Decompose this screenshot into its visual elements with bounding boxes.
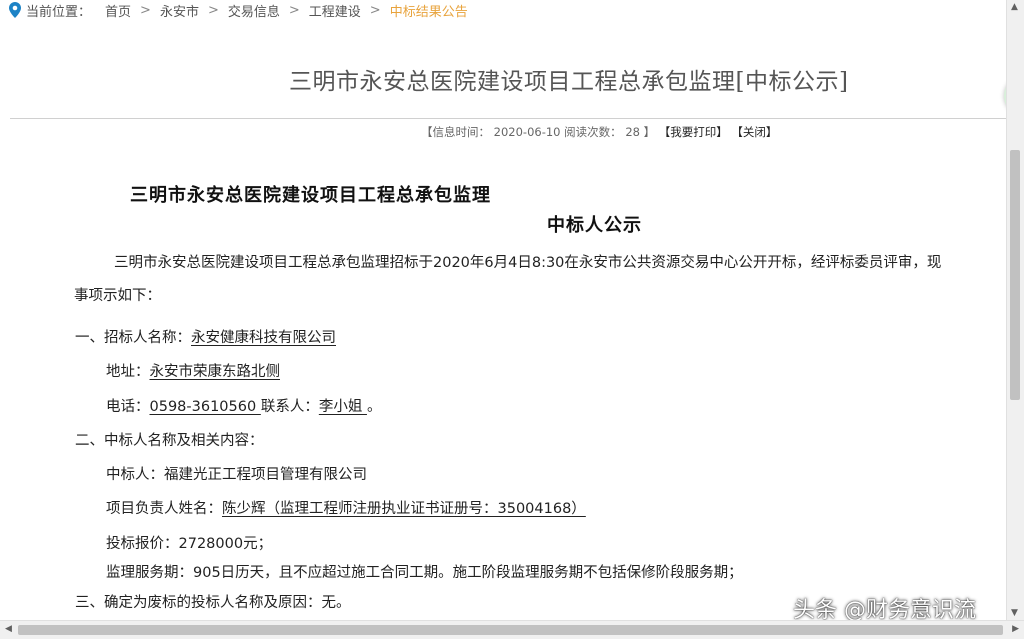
address-line: 地址：永安市荣康东路北侧 (106, 360, 280, 381)
tenderer-name: 永安健康科技有限公司 (191, 330, 336, 346)
service-line: 监理服务期：905日历天，且不应超过施工合同工期。施工阶段监理服务期不包括保修阶… (106, 561, 743, 582)
scroll-left-arrow-icon[interactable]: ◀ (5, 624, 12, 634)
print-link[interactable]: 【我要打印】 (659, 125, 728, 139)
section3-value: 无。 (321, 595, 351, 611)
address-label: 地址： (106, 364, 150, 380)
section3-line: 三、确定为废标的投标人名称及原因：无。 (75, 591, 351, 612)
intro-paragraph-cont: 事项示如下： (74, 288, 161, 304)
info-time-label: 【信息时间： (421, 125, 490, 139)
service-label: 监理服务期： (106, 565, 193, 581)
meta-close-bracket: 】 (643, 125, 656, 139)
breadcrumb-construction[interactable]: 工程建设 (309, 1, 361, 20)
scroll-right-arrow-icon[interactable]: ▶ (1012, 624, 1019, 634)
section3-heading: 三、确定为废标的投标人名称及原因： (75, 595, 322, 611)
read-count-label: 阅读次数： (564, 125, 622, 139)
contact-end: 。 (366, 399, 382, 415)
section1-line: 一、招标人名称：永安健康科技有限公司 (75, 326, 336, 347)
scroll-up-arrow-icon[interactable]: ▲ (1011, 2, 1018, 12)
breadcrumb-yongan[interactable]: 永安市 (160, 1, 199, 20)
horizontal-scrollbar[interactable]: ◀ ▶ (0, 620, 1024, 639)
read-count-value: 28 (625, 125, 640, 139)
phone-value: 0598-3610560 (149, 399, 261, 415)
doc-title: 三明市永安总医院建设项目工程总承包监理 (130, 185, 491, 206)
bid-value: 2728000元； (178, 536, 273, 552)
breadcrumb-trade-info[interactable]: 交易信息 (228, 1, 280, 20)
service-value: 905日历天，且不应超过施工合同工期。施工阶段监理服务期不包括保修阶段服务期； (193, 565, 743, 581)
breadcrumb: 当前位置： 首页 > 永安市 > 交易信息 > 工程建设 > 中标结果公告 (0, 0, 468, 20)
page-title: 三明市永安总医院建设项目工程总承包监理[中标公示] (289, 69, 849, 95)
horizontal-scroll-thumb[interactable] (18, 625, 1003, 635)
contact-value: 李小姐 (318, 399, 367, 415)
vertical-scroll-thumb[interactable] (1010, 150, 1020, 400)
phone-label: 电话： (106, 399, 150, 415)
vertical-scrollbar[interactable]: ▲ ▼ (1006, 0, 1024, 620)
breadcrumb-current[interactable]: 中标结果公告 (390, 1, 468, 20)
winner-value: 福建光正工程项目管理有限公司 (164, 467, 367, 483)
close-link[interactable]: 【关闭】 (731, 125, 777, 139)
location-pin-icon (9, 2, 21, 18)
breadcrumb-label: 当前位置： (26, 4, 92, 20)
breadcrumb-separator: > (140, 2, 151, 18)
address-value: 永安市荣康东路北侧 (149, 364, 281, 380)
breadcrumb-home[interactable]: 首页 (105, 1, 131, 20)
manager-label: 项目负责人姓名： (106, 501, 222, 517)
section2-heading: 二、中标人名称及相关内容： (75, 433, 264, 449)
phone-line: 电话：0598-3610560 联系人：李小姐 。 (106, 395, 381, 416)
info-time-value: 2020-06-10 (493, 125, 561, 139)
section1-heading: 一、招标人名称： (75, 330, 191, 346)
bid-line: 投标报价：2728000元； (106, 532, 272, 553)
breadcrumb-separator: > (288, 2, 300, 18)
contact-label: 联系人： (260, 399, 319, 415)
intro-paragraph: 三明市永安总医院建设项目工程总承包监理招标于2020年6月4日8:30在永安市公… (114, 255, 942, 271)
manager-line: 项目负责人姓名：陈少辉（监理工程师注册执业证书证册号：35004168） (106, 497, 586, 518)
scroll-down-arrow-icon[interactable]: ▼ (1011, 608, 1018, 618)
winner-label: 中标人： (106, 467, 164, 483)
manager-value: 陈少辉（监理工程师注册执业证书证册号：35004168） (222, 501, 586, 517)
breadcrumb-separator: > (207, 2, 219, 18)
title-divider (10, 118, 1006, 119)
winner-line: 中标人：福建光正工程项目管理有限公司 (106, 463, 367, 484)
bid-label: 投标报价： (106, 536, 179, 552)
breadcrumb-separator: > (369, 2, 381, 18)
meta-bar: 【信息时间： 2020-06-10 阅读次数： 28 】 【我要打印】 【关闭】 (421, 124, 777, 140)
doc-subtitle: 中标人公示 (547, 215, 642, 236)
